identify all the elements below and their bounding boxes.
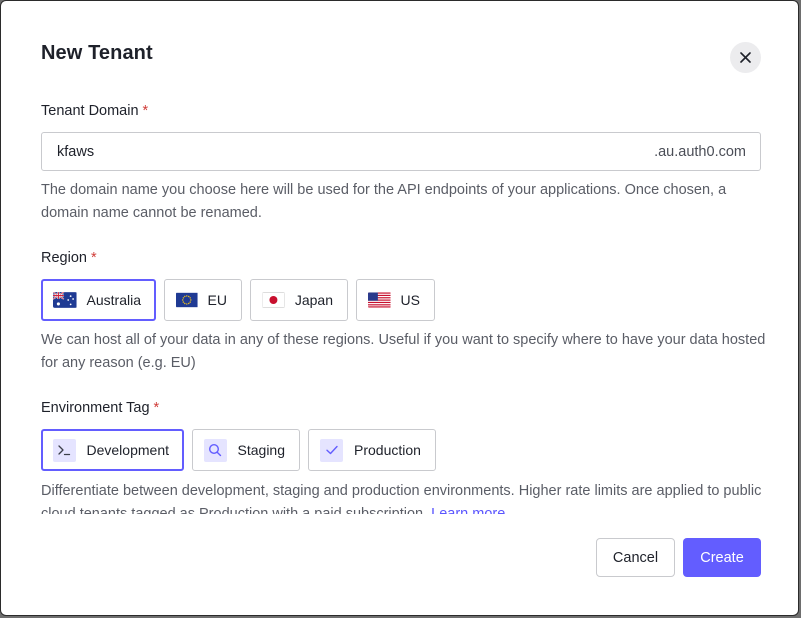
region-options: Australia EU Japan US bbox=[41, 279, 435, 321]
us-flag-icon bbox=[368, 292, 391, 308]
environment-option-production[interactable]: Production bbox=[308, 429, 436, 471]
australia-flag-icon bbox=[53, 292, 77, 308]
learn-more-link[interactable]: Learn more bbox=[431, 506, 505, 514]
tenant-domain-input[interactable]: kfaws .au.auth0.com bbox=[41, 132, 761, 171]
scroll-clip: Differentiate between development, stagi… bbox=[1, 480, 798, 514]
required-mark: * bbox=[90, 250, 97, 266]
create-button[interactable]: Create bbox=[683, 538, 761, 577]
region-option-label: US bbox=[400, 292, 420, 308]
check-icon bbox=[320, 438, 343, 462]
region-option-label: Japan bbox=[294, 292, 333, 308]
environment-help-text: Differentiate between development, stagi… bbox=[41, 483, 762, 514]
tenant-domain-help: The domain name you choose here will be … bbox=[41, 182, 727, 221]
region-option-eu[interactable]: EU bbox=[164, 279, 242, 321]
close-icon bbox=[740, 52, 751, 63]
environment-option-label: Staging bbox=[237, 442, 285, 458]
tenant-domain-value[interactable]: kfaws bbox=[57, 144, 654, 160]
required-mark: * bbox=[153, 400, 160, 416]
tenant-domain-label: Tenant Domain * bbox=[41, 103, 148, 119]
dialog-title: New Tenant bbox=[41, 42, 153, 64]
region-option-japan[interactable]: Japan bbox=[250, 279, 348, 321]
terminal-icon bbox=[53, 438, 76, 462]
eu-flag-icon bbox=[176, 292, 198, 308]
region-option-label: Australia bbox=[86, 292, 141, 308]
required-mark: * bbox=[142, 103, 149, 119]
tenant-domain-suffix: .au.auth0.com bbox=[654, 143, 746, 160]
region-label: Region * bbox=[41, 250, 97, 266]
close-button[interactable] bbox=[730, 42, 761, 73]
environment-help: Differentiate between development, stagi… bbox=[41, 480, 766, 514]
japan-flag-icon bbox=[262, 292, 285, 308]
region-option-australia[interactable]: Australia bbox=[41, 279, 156, 321]
search-icon bbox=[204, 438, 227, 462]
environment-option-staging[interactable]: Staging bbox=[192, 429, 300, 471]
environment-options: Development Staging Production bbox=[41, 429, 436, 471]
environment-option-label: Production bbox=[354, 442, 421, 458]
environment-tag-label-text: Environment Tag bbox=[41, 400, 150, 416]
region-option-label: EU bbox=[207, 292, 227, 308]
environment-option-development[interactable]: Development bbox=[41, 429, 184, 471]
region-help: We can host all of your data in any of t… bbox=[41, 332, 766, 371]
environment-tag-label: Environment Tag * bbox=[41, 400, 159, 416]
tenant-domain-label-text: Tenant Domain bbox=[41, 103, 139, 119]
environment-option-label: Development bbox=[86, 442, 170, 458]
region-label-text: Region bbox=[41, 250, 87, 266]
new-tenant-dialog: New Tenant Tenant Domain * kfaws .au.auth… bbox=[0, 0, 799, 616]
region-option-us[interactable]: US bbox=[356, 279, 435, 321]
cancel-button[interactable]: Cancel bbox=[596, 538, 675, 577]
